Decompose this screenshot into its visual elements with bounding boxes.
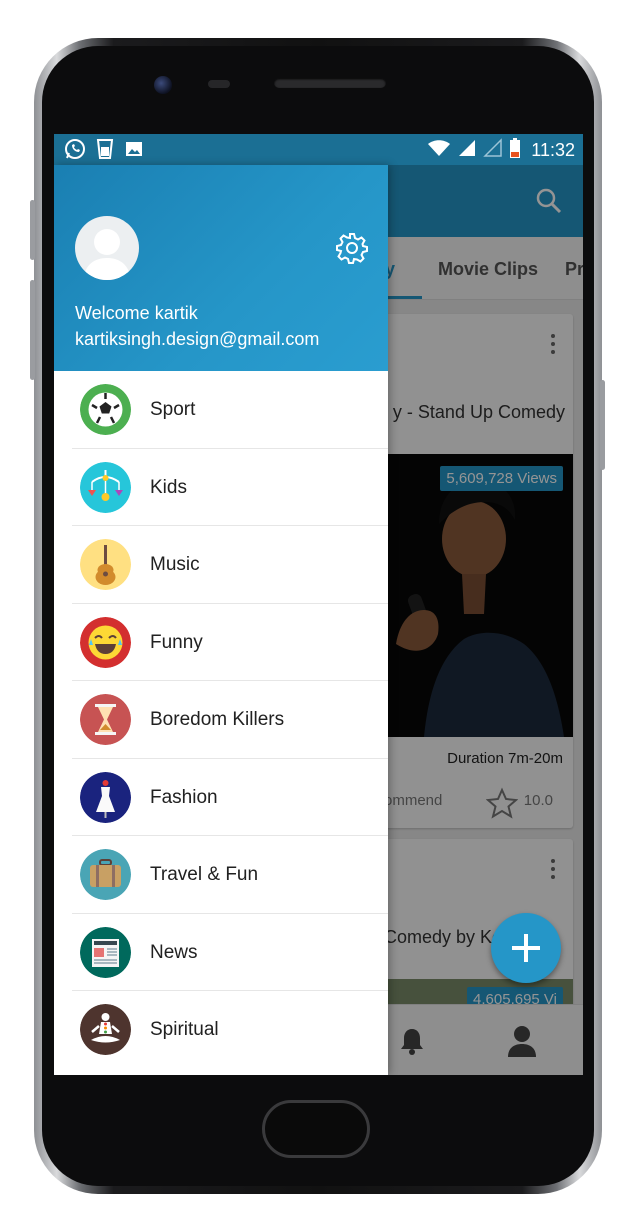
signal-empty-icon <box>483 138 503 163</box>
volume-button <box>30 200 35 260</box>
earpiece-speaker <box>274 78 386 88</box>
drawer-item-sport[interactable]: Sport <box>54 371 388 449</box>
drawer-item-label: Spiritual <box>150 1019 219 1040</box>
newspaper-icon <box>80 926 131 978</box>
add-button[interactable] <box>491 913 561 983</box>
drawer-item-funny[interactable]: Funny <box>54 604 388 681</box>
status-time: 11:32 <box>531 140 575 160</box>
baby-mobile-icon <box>80 461 131 513</box>
glass-icon <box>96 138 114 165</box>
image-icon <box>124 138 144 165</box>
suitcase-icon <box>80 849 131 900</box>
gear-icon[interactable] <box>335 231 369 270</box>
drawer-header: Welcome kartik kartiksingh.design@gmail.… <box>54 165 388 371</box>
welcome-text: Welcome kartik <box>75 303 198 323</box>
navigation-drawer: Welcome kartik kartiksingh.design@gmail.… <box>54 165 388 1075</box>
drawer-item-travel-fun[interactable]: Travel & Fun <box>54 836 388 914</box>
guitar-icon <box>80 539 131 590</box>
drawer-item-boredom-killers[interactable]: Boredom Killers <box>54 681 388 759</box>
drawer-item-fashion[interactable]: Fashion <box>54 759 388 836</box>
drawer-item-spiritual[interactable]: Spiritual <box>54 991 388 1069</box>
alert-slider <box>30 280 35 380</box>
soccer-ball-icon <box>80 384 131 435</box>
drawer-item-label: Boredom Killers <box>150 709 285 730</box>
drawer-item-news[interactable]: News <box>54 914 388 991</box>
home-button[interactable] <box>262 1100 370 1158</box>
wifi-icon <box>427 138 451 163</box>
power-button <box>600 380 605 470</box>
user-email: kartiksingh.design@gmail.com <box>75 329 320 349</box>
drawer-item-label: Music <box>150 554 200 575</box>
drawer-item-label: Sport <box>150 399 196 420</box>
whatsapp-icon <box>64 138 86 165</box>
drawer-item-label: News <box>150 941 198 963</box>
drawer-menu: Sport Kids Music Funny Boredom Killers F… <box>54 371 388 1069</box>
drawer-item-kids[interactable]: Kids <box>54 449 388 526</box>
laughing-face-icon <box>80 616 131 668</box>
dress-mannequin-icon <box>80 771 131 823</box>
meditation-icon <box>80 1004 131 1055</box>
drawer-item-label: Fashion <box>150 786 218 808</box>
signal-icon <box>457 138 477 163</box>
drawer-item-music[interactable]: Music <box>54 526 388 604</box>
battery-icon <box>509 137 521 164</box>
avatar[interactable] <box>75 216 139 280</box>
proximity-sensor <box>208 80 230 88</box>
status-bar: 11:32 <box>54 134 583 165</box>
phone-screen: 11:32 dy Movie Clips Pr y - Stand Up Com… <box>54 134 583 1075</box>
drawer-item-label: Travel & Fun <box>150 864 259 885</box>
drawer-item-label: Kids <box>150 476 187 498</box>
hourglass-icon <box>80 694 131 745</box>
drawer-item-label: Funny <box>150 631 203 653</box>
front-camera <box>154 76 172 94</box>
